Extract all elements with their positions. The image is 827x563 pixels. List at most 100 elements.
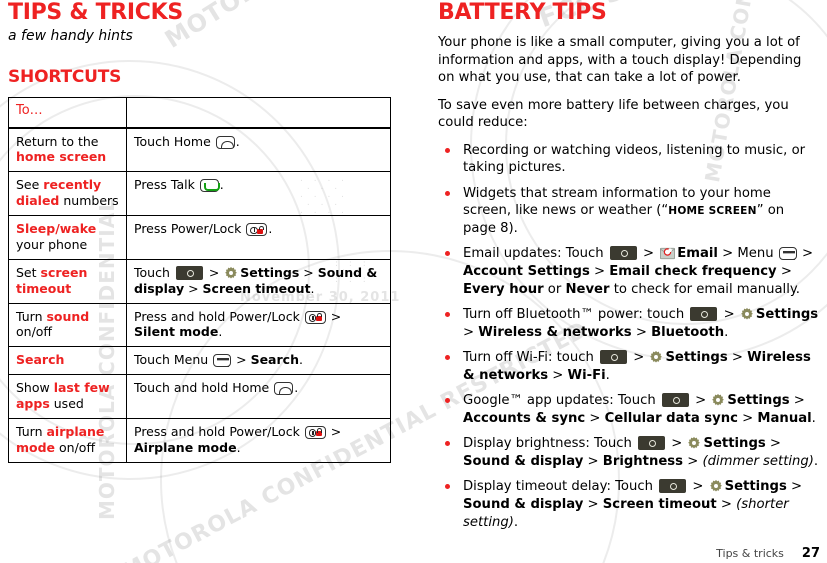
text-run: . [513,514,519,530]
text-run: Sleep/wake [16,221,97,236]
table-row: Set screen timeout Touch > Settings > Sou… [8,258,391,304]
text-run: Turn off Bluetooth™ power: touch [463,307,689,323]
text-run: to check for email manually. [609,281,800,297]
text-run: Screen timeout [602,497,717,513]
launcher-icon [609,246,637,261]
text-run: Bluetooth [651,324,725,340]
talk-key-icon [199,179,221,193]
text-run: Sound & display [463,453,584,469]
table-row: Show last few apps used Touch and hold Ho… [8,374,391,419]
text-run: Touch [134,264,174,280]
section-title-battery-tips: BATTERY TIPS [438,0,607,25]
gear-icon [709,479,723,493]
chapter-title: TIPS & TRICKS [8,0,183,25]
footer-chapter-label: Tips & tricks [716,547,784,560]
text-run: > [583,497,603,513]
list-item: Display brightness: Touch > Settings > S… [438,435,820,470]
text-run: Turn [16,423,47,439]
text-run: Wireless & networks [478,324,632,340]
text-run: > [585,410,605,426]
text-run: Manual [757,410,812,426]
shortcut-action-cell: Turn sound on/off [8,302,127,348]
text-run: Touch and hold Home [134,380,274,396]
text-run: Search [16,352,65,368]
right-column: BATTERY TIPS Your phone is like a small … [438,0,820,539]
text-run: (dimmer setting) [702,453,814,469]
text-run: Google™ app updates: Touch [463,393,660,409]
text-run: > [776,264,792,280]
text-run: Airplane mode [134,439,237,455]
text-run: > [716,497,737,513]
text-run: > [786,479,803,495]
text-run: . [219,177,224,193]
table-header-row: To… [8,97,391,129]
table-row: Sleep/wake your phone Press Power/Lock . [8,215,391,260]
text-run: > [638,246,659,262]
gear-icon [224,266,238,280]
text-run: > [326,308,342,324]
text-run: Silent mode [134,324,219,340]
text-run: . [298,352,303,368]
text-run: Touch Menu [134,352,213,368]
menu-key-icon [778,247,797,261]
text-run: Wi-Fi [567,367,606,383]
table-header-to: To… [8,97,127,129]
text-run: used [49,396,84,411]
text-run: > [326,423,342,439]
text-run: . [268,221,273,236]
launcher-icon [600,350,627,365]
text-run: or [543,281,566,297]
launcher-icon [690,307,718,322]
text-run: Show [16,380,54,396]
text-run: > [299,264,318,280]
text-run: > [690,393,711,409]
text-run: . [724,324,729,340]
text-run: Recording or watching videos, listening … [463,142,806,176]
home-key-icon [215,135,235,149]
text-run: Settings [727,393,790,409]
text-run: > [765,436,781,452]
shortcut-howto-cell: Press and hold Power/Lock > Airplane mod… [126,417,391,463]
launcher-icon [661,393,689,408]
text-run: Press Talk [134,177,199,193]
text-run: home screen [16,149,107,165]
text-run: > [204,264,224,280]
list-item: Turn off Wi-Fi: touch > Settings > Wirel… [438,349,820,384]
shortcut-action-cell: Turn airplane mode on/off [8,417,127,463]
text-run: Press Power/Lock [134,221,246,236]
text-run: Press and hold Power/Lock [134,423,304,439]
launcher-icon [638,436,666,451]
text-run: > [727,350,748,366]
text-run: Return to the [16,133,99,149]
menu-key-icon [213,354,232,368]
shortcuts-table-body: To… Return to the home screen Touch Home … [8,97,391,463]
shortcut-howto-cell: Press and hold Power/Lock > Silent mode. [126,302,391,348]
text-run: Settings [724,479,787,495]
text-run: . [811,410,816,426]
text-run: on/off [55,439,96,455]
table-row: Return to the home screen Touch Home . [8,126,391,173]
text-run: Every hour [463,281,544,297]
text-run: . [813,453,819,469]
text-run: Email check frequency [609,264,777,280]
gear-icon [740,307,754,321]
text-run: Touch Home [134,133,215,149]
power-lock-key-icon [304,425,326,439]
left-column: TIPS & TRICKS a few handy hints SHORTCUT… [8,0,400,463]
text-run: your phone [16,236,88,252]
shortcut-howto-cell: Touch > Settings > Sound & display > Scr… [126,258,391,304]
gear-icon [649,350,663,364]
text-run: > [683,453,703,469]
text-run: Turn [16,308,47,324]
shortcut-howto-cell: Touch Menu > Search. [126,346,391,376]
text-run: Accounts & sync [463,410,586,426]
text-run: > [583,453,603,469]
text-run: See [16,177,44,193]
text-run: . [235,133,240,149]
text-run: numbers [59,193,119,209]
power-lock-key-icon [304,310,326,324]
list-item: Google™ app updates: Touch > Settings > … [438,392,820,427]
email-icon [660,247,676,260]
list-item: Turn off Bluetooth™ power: touch > Setti… [438,306,820,341]
text-run: > [589,264,610,280]
